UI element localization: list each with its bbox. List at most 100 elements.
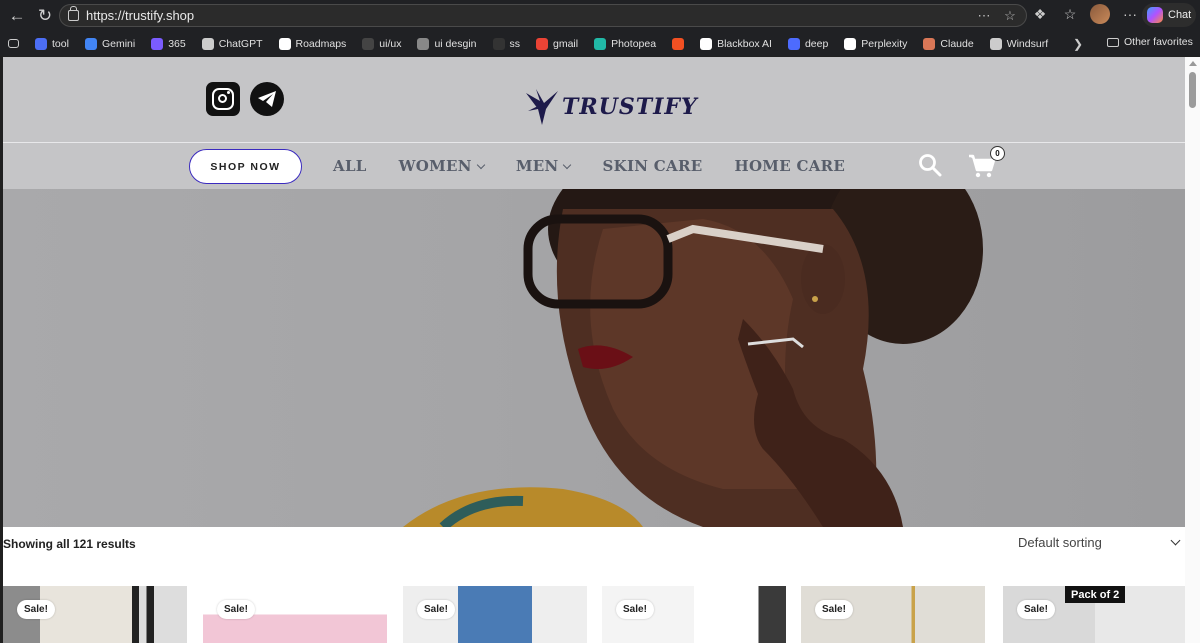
url-text[interactable]: https://trustify.shop [86,8,194,23]
extensions-icon[interactable]: ❖ [1030,4,1050,24]
product-card[interactable]: Sale! [602,586,786,643]
address-bar[interactable]: https://trustify.shop ⋯ ☆ [59,4,1027,27]
bookmark-label: Claude [940,37,974,50]
bookmark-photopea[interactable]: Photopea [594,37,656,50]
sale-badge: Sale! [417,600,455,619]
bird-logo-icon [526,89,558,125]
search-icon[interactable] [918,153,942,177]
bookmark-label: tool [52,37,69,50]
bookmark-label: ui desgin [434,37,477,50]
bookmark-claude[interactable]: Claude [923,37,974,50]
sorting-selected-value: Default sorting [1018,535,1102,550]
other-favorites-label: Other favorites [1124,36,1193,48]
sale-badge: Sale! [1017,600,1055,619]
bookmark-ui-ux[interactable]: ui/ux [362,37,402,50]
bookmark-label: ChatGPT [218,37,263,50]
product-grid: Sale! Sale! Sale! Sale! Sale! Sale! Pack of 2 [3,586,1185,643]
bookmark-favicon-icon [84,37,97,50]
reading-view-icon[interactable] [8,39,19,48]
bookmark-favicon-icon [362,37,375,50]
bookmark-favicon-icon [700,37,713,50]
bookmark-deep[interactable]: deep [787,37,829,50]
bookmark-label: deep [804,37,829,50]
shop-now-button[interactable]: SHOP NOW [189,149,302,184]
chevron-down-icon [563,160,572,169]
logo-text: TRUSTIFY [562,94,698,120]
bookmark-label: 365 [168,37,186,50]
nav-item-all[interactable]: ALL [333,157,367,175]
site-logo[interactable]: TRUSTIFY [524,87,698,127]
more-menu-icon[interactable]: ··· [1120,4,1140,24]
bookmark-label: Roadmaps [295,37,347,50]
bookmark-favicon-icon [989,37,1002,50]
telegram-icon[interactable] [250,82,284,116]
nav-item-skin-care[interactable]: SKIN CARE [602,157,702,175]
bookmark-favicon-icon [35,37,47,50]
nav-item-label: ALL [333,157,367,175]
bookmark-365[interactable]: 365 [151,37,186,50]
bookmark-favicon-icon [672,37,685,50]
copilot-icon [1147,7,1163,23]
refresh-icon[interactable]: ↻ [34,5,56,27]
product-card[interactable]: Sale! [403,586,587,643]
hero-banner-image[interactable] [3,189,1185,527]
nav-item-label: SKIN CARE [602,157,703,175]
bookmark-ss[interactable]: ss [492,37,520,50]
scroll-up-arrow-icon[interactable] [1189,61,1197,66]
site-info-lock-icon[interactable] [68,6,79,21]
page-viewport: TRUSTIFY SHOP NOW ALL WOMEN MEN SKIN CARE HO… [3,57,1185,643]
bookmarks-overflow-chevron-icon[interactable]: ❯ [1073,37,1083,51]
pack-label: Pack of 2 [1065,586,1126,603]
sorting-select[interactable]: Default sorting [1018,535,1185,550]
folder-icon [1107,37,1119,47]
scrollbar-thumb[interactable] [1189,72,1196,108]
bookmark-windows-logo[interactable] [672,37,685,50]
chat-label: Chat [1168,9,1192,21]
nav-item-home-care[interactable]: HOME CARE [734,157,845,175]
nav-item-label: WOMEN [398,157,472,175]
bookmark-roadmaps[interactable]: Roadmaps [278,37,347,50]
bookmark-gmail[interactable]: gmail [536,37,578,50]
cart-count-badge: 0 [990,146,1005,161]
nav-item-men[interactable]: MEN [515,157,572,175]
favorite-star-icon[interactable]: ☆ [1002,8,1018,24]
bookmark-tool[interactable]: tool [35,37,69,50]
product-card[interactable]: Sale! [3,586,187,643]
instagram-icon[interactable] [206,82,240,116]
bookmark-windsurf[interactable]: Windsurf [989,37,1048,50]
site-header: TRUSTIFY [3,57,1185,142]
nav-item-label: MEN [515,157,559,175]
bookmark-favicon-icon [923,37,936,50]
nav-item-women[interactable]: WOMEN [398,157,486,175]
category-menu: ALL WOMEN MEN SKIN CARE HOME CARE [333,157,845,175]
bookmark-favicon-icon [594,37,607,50]
bookmark-favicon-icon [844,37,857,50]
back-arrow-icon[interactable]: ← [6,5,28,27]
bookmark-label: Gemini [101,37,136,50]
bookmark-perplexity[interactable]: Perplexity [844,37,907,50]
bookmark-ui-desgin[interactable]: ui desgin [417,37,477,50]
sale-badge: Sale! [17,600,55,619]
bookmark-favicon-icon [417,37,430,50]
main-navigation: SHOP NOW ALL WOMEN MEN SKIN CARE HOME CARE 0 [3,142,1185,189]
product-card[interactable]: Sale! Pack of 2 [1003,586,1185,643]
bookmark-favicon-icon [492,37,505,50]
bookmark-favicon-icon [536,37,548,50]
product-card[interactable]: Sale! [203,586,387,643]
copilot-chat-button[interactable]: Chat [1142,3,1196,27]
bookmark-favicon-icon [201,37,214,50]
page-scrollbar[interactable] [1185,57,1200,643]
bookmark-label: ui/ux [379,37,402,50]
bookmark-favicon-icon [787,37,800,50]
page-actions-icon[interactable]: ⋯ [976,8,992,24]
nav-item-label: HOME CARE [734,157,846,175]
profile-avatar[interactable] [1090,4,1110,24]
sale-badge: Sale! [217,600,255,619]
favorites-list-icon[interactable]: ☆ [1060,4,1080,24]
bookmark-chatgpt[interactable]: ChatGPT [201,37,263,50]
bookmark-blackbox-ai[interactable]: Blackbox AI [700,37,772,50]
product-card[interactable]: Sale! [801,586,985,643]
other-favorites-folder[interactable]: Other favorites [1107,36,1193,48]
chevron-down-icon [476,160,486,169]
bookmark-gemini[interactable]: Gemini [84,37,136,50]
